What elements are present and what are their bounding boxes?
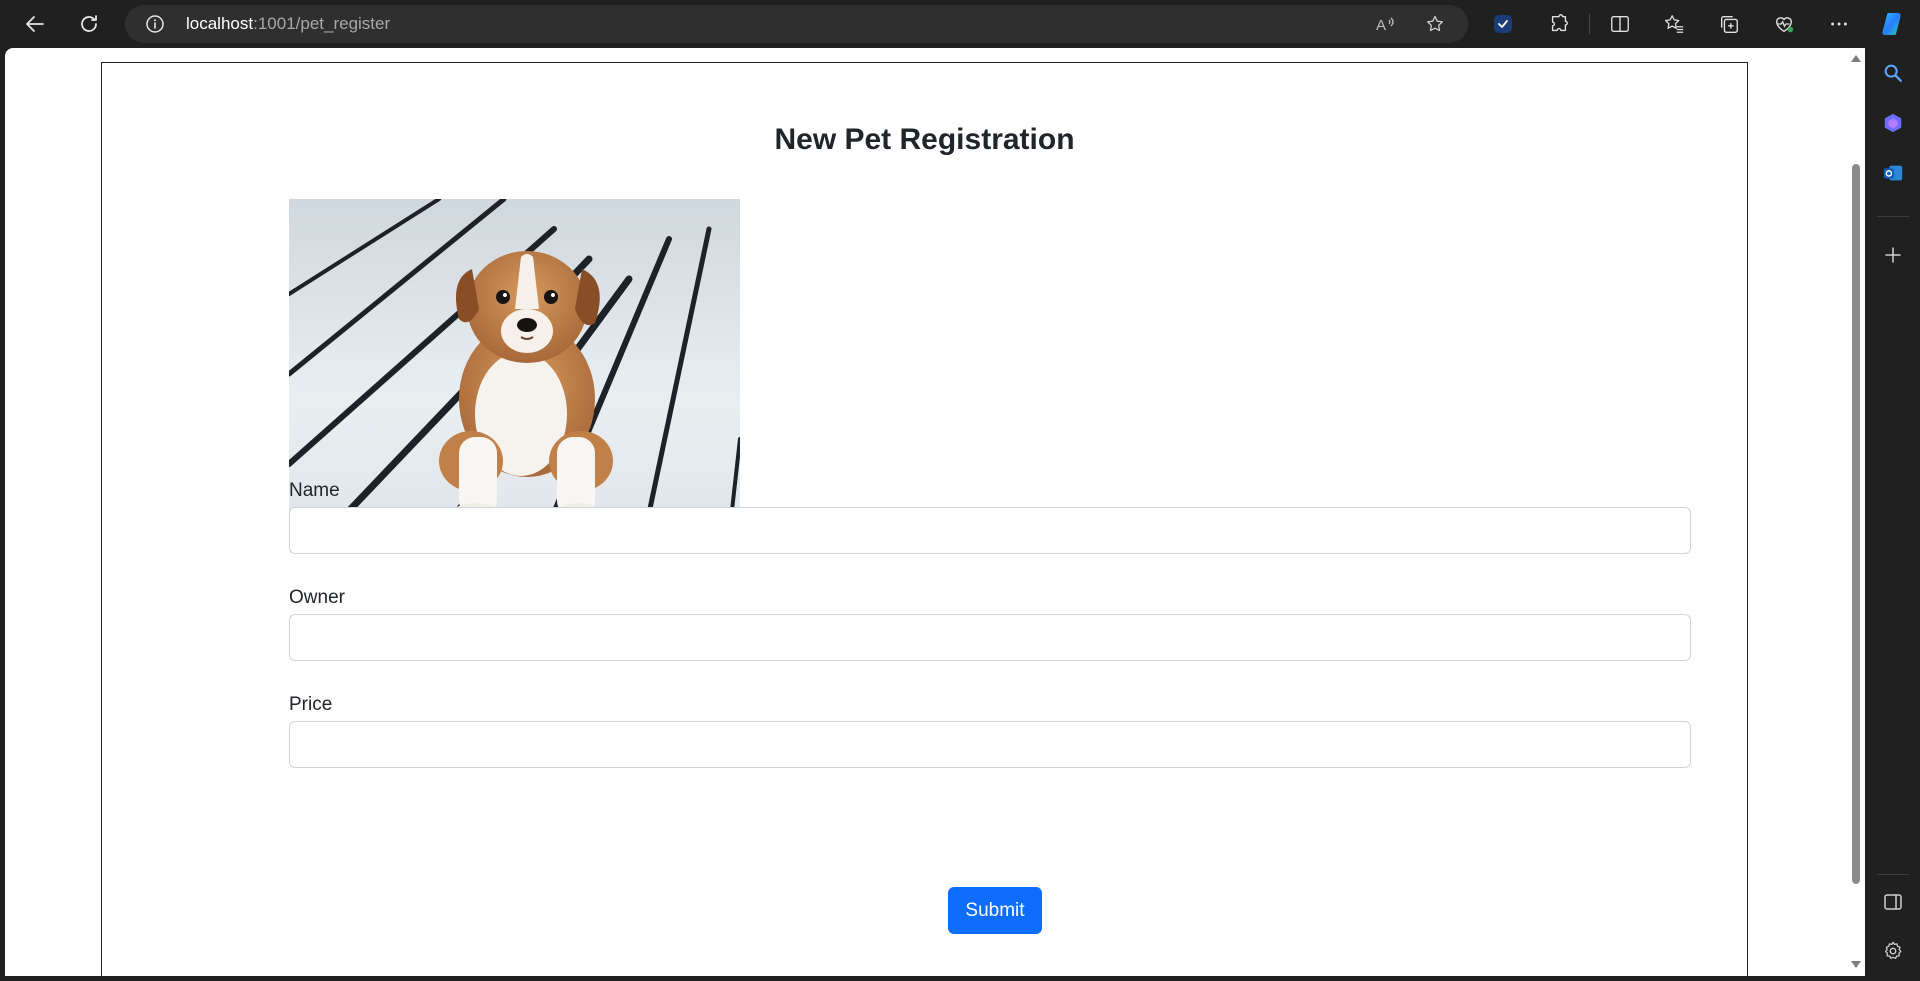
owner-label: Owner [289,587,345,608]
puzzle-icon[interactable] [1547,12,1571,36]
sidebar-toggle-icon[interactable] [1881,890,1905,914]
name-label: Name [289,480,340,501]
svg-text:A: A [1376,17,1386,34]
info-icon[interactable] [145,14,165,34]
browser-toolbar: localhost:1001/pet_register A [0,0,1920,48]
scroll-up-arrow-icon[interactable] [1851,55,1861,62]
sidebar-divider-bottom [1877,874,1909,875]
browser-essentials-check-icon[interactable] [1491,12,1515,36]
name-input[interactable] [289,507,1691,554]
page-viewport: New Pet Registration Name Owner Price Su… [5,48,1865,976]
price-input[interactable] [289,721,1691,768]
plus-icon[interactable] [1881,243,1905,267]
registration-card: New Pet Registration Name Owner Price Su… [101,62,1748,976]
page-scrollbar[interactable] [1847,48,1865,976]
url-path: :1001/pet_register [253,14,391,33]
scrollbar-thumb[interactable] [1852,164,1860,884]
scroll-down-arrow-icon[interactable] [1851,961,1861,968]
refresh-icon[interactable] [75,10,103,38]
url-host: localhost [186,14,254,33]
browser-essentials-icon[interactable] [1772,12,1796,36]
star-icon[interactable] [1425,14,1445,34]
toolbar-divider [1589,14,1590,34]
gear-icon[interactable] [1881,939,1905,963]
edge-sidebar [1865,48,1920,981]
puppy-photo [289,199,740,537]
more-icon[interactable] [1827,12,1851,36]
copilot-sidebar-icon[interactable] [1881,111,1905,135]
page-title: New Pet Registration [774,123,1075,156]
read-aloud-icon[interactable]: A [1375,14,1395,34]
favorites-icon[interactable] [1662,12,1686,36]
price-label: Price [289,694,333,715]
search-icon[interactable] [1881,61,1905,85]
split-screen-icon[interactable] [1608,12,1632,36]
copilot-icon[interactable] [1879,10,1907,38]
outlook-icon[interactable] [1881,161,1905,185]
address-bar[interactable]: localhost:1001/pet_register A [125,5,1468,43]
url-text[interactable]: localhost:1001/pet_register [186,14,390,34]
owner-input[interactable] [289,614,1691,661]
submit-button[interactable]: Submit [948,887,1042,934]
collections-icon[interactable] [1717,12,1741,36]
back-arrow-icon[interactable] [21,10,49,38]
sidebar-divider [1877,216,1909,217]
